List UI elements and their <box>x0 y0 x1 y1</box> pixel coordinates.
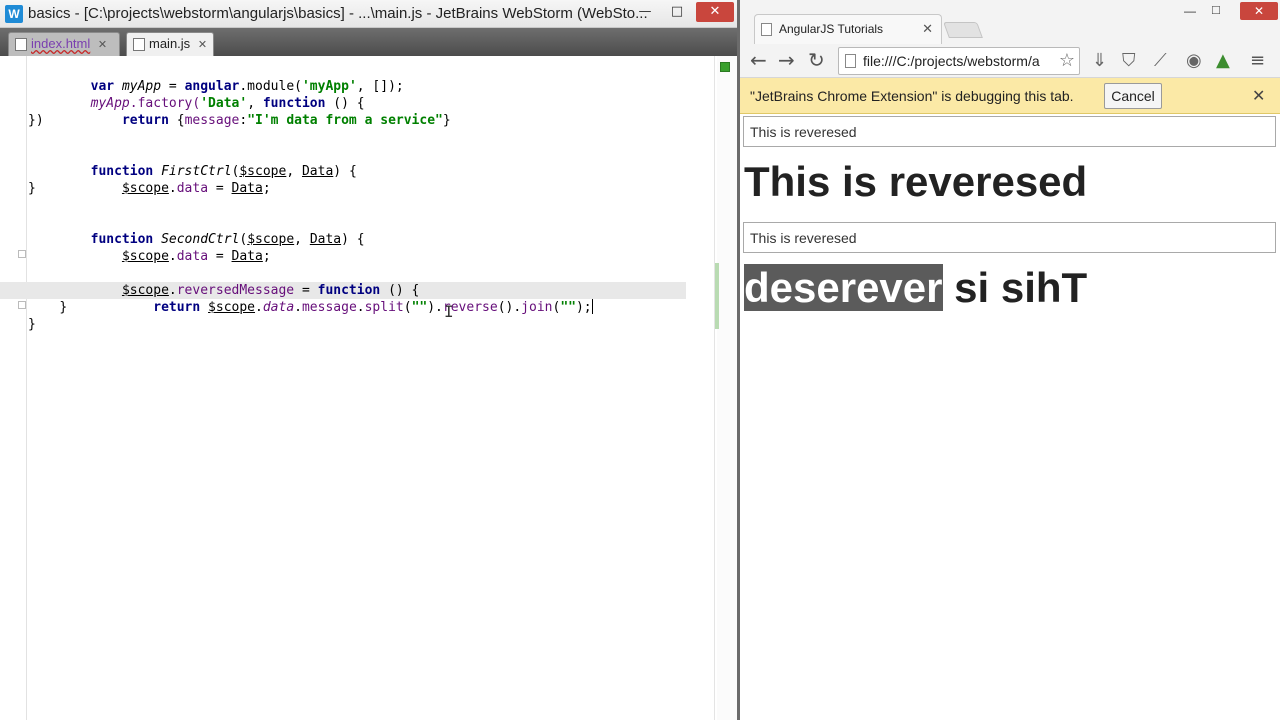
code-line: } <box>28 317 36 332</box>
page-icon <box>761 23 772 36</box>
webstorm-app-icon: W <box>5 5 23 23</box>
browser-toolbar: ← → ↻ file:///C:/projects/webstorm/a ☆ ⇓… <box>740 44 1280 78</box>
editor-gutter[interactable] <box>0 56 27 720</box>
code-line: $scope.reversedMessage = function () { <box>121 283 420 298</box>
code-lines[interactable]: var myApp = angular.module('myApp', []);… <box>0 61 686 333</box>
cancel-button[interactable]: Cancel <box>1104 83 1162 109</box>
ide-maximize-button[interactable]: □ <box>662 2 692 22</box>
reload-icon[interactable]: ↻ <box>808 48 825 72</box>
message-input-first[interactable] <box>743 116 1276 147</box>
infobar-message: "JetBrains Chrome Extension" is debuggin… <box>750 88 1074 104</box>
heading-reversed-rest: si sihT <box>942 264 1088 311</box>
pocket-extension-icon[interactable]: ⛉ <box>1122 50 1136 71</box>
debugging-infobar: "JetBrains Chrome Extension" is debuggin… <box>740 78 1280 114</box>
tab-label: main.js <box>149 36 191 51</box>
fold-marker-icon[interactable] <box>18 301 26 309</box>
page-icon <box>845 54 856 68</box>
heading-reversed-message: deserever si sihT <box>744 264 1087 312</box>
code-line: var myApp = angular.module('myApp', []); <box>90 79 404 94</box>
code-editor[interactable]: var myApp = angular.module('myApp', []);… <box>0 56 737 720</box>
code-line: function SecondCtrl($scope, Data) { <box>90 232 365 247</box>
change-marker[interactable] <box>715 263 719 329</box>
bookmark-star-icon[interactable]: ☆ <box>1059 50 1075 71</box>
browser-close-button[interactable]: ✕ <box>1240 2 1278 20</box>
browser-tab-title: AngularJS Tutorials <box>779 22 884 36</box>
close-icon[interactable]: ✕ <box>198 39 207 51</box>
ide-window: W basics - [C:\projects\webstorm\angular… <box>0 0 737 720</box>
forward-arrow-icon[interactable]: → <box>778 48 795 72</box>
address-url[interactable]: file:///C:/projects/webstorm/a <box>863 53 1055 69</box>
close-icon[interactable]: ✕ <box>922 15 933 43</box>
tab-index-html[interactable]: index.html ✕ <box>8 32 120 56</box>
new-tab-button[interactable] <box>943 22 983 38</box>
inspection-ok-icon[interactable] <box>720 62 730 72</box>
page-content: This is reveresed deserever si sihT <box>740 114 1280 720</box>
browser-minimize-button[interactable]: — <box>1184 4 1196 18</box>
right-margin-guide <box>714 56 715 720</box>
text-caret <box>591 299 593 314</box>
message-input-second[interactable] <box>743 222 1276 253</box>
ide-minimize-button[interactable]: — <box>630 2 660 22</box>
menu-icon[interactable]: ≡ <box>1250 50 1265 71</box>
js-file-icon <box>133 38 145 51</box>
ide-window-title: basics - [C:\projects\webstorm\angularjs… <box>28 5 648 22</box>
ibeam-cursor-icon: I <box>444 302 454 321</box>
browser-tabstrip: AngularJS Tutorials ✕ — □ ✕ <box>740 0 1280 44</box>
close-icon[interactable]: ✕ <box>1252 86 1265 105</box>
browser-window: AngularJS Tutorials ✕ — □ ✕ ← → ↻ file:/… <box>740 0 1280 720</box>
selected-text: deserever <box>744 264 943 311</box>
eyedropper-extension-icon[interactable]: ⟋ <box>1154 50 1167 71</box>
back-arrow-icon[interactable]: ← <box>750 48 767 72</box>
editor-tab-bar: index.html ✕ main.js ✕ <box>0 28 737 56</box>
html-file-icon <box>15 38 27 51</box>
close-icon[interactable]: ✕ <box>98 39 107 51</box>
tab-label: index.html <box>31 36 91 51</box>
heading-message: This is reveresed <box>744 158 1088 205</box>
debugger-extension-icon[interactable]: ◉ <box>1186 50 1202 71</box>
download-extension-icon[interactable]: ⇓ <box>1092 50 1107 71</box>
ide-close-button[interactable]: ✕ <box>696 2 734 22</box>
browser-maximize-button[interactable]: □ <box>1212 2 1220 17</box>
ide-titlebar: W basics - [C:\projects\webstorm\angular… <box>0 0 737 28</box>
fold-marker-icon[interactable] <box>18 250 26 258</box>
tab-main-js[interactable]: main.js ✕ <box>126 32 214 56</box>
code-line: function FirstCtrl($scope, Data) { <box>90 164 357 179</box>
editor-scrollbar[interactable] <box>717 56 737 720</box>
drive-extension-icon[interactable]: ▲ <box>1216 50 1230 71</box>
address-bar[interactable]: file:///C:/projects/webstorm/a ☆ <box>838 47 1080 75</box>
browser-tab[interactable]: AngularJS Tutorials ✕ <box>754 14 942 44</box>
